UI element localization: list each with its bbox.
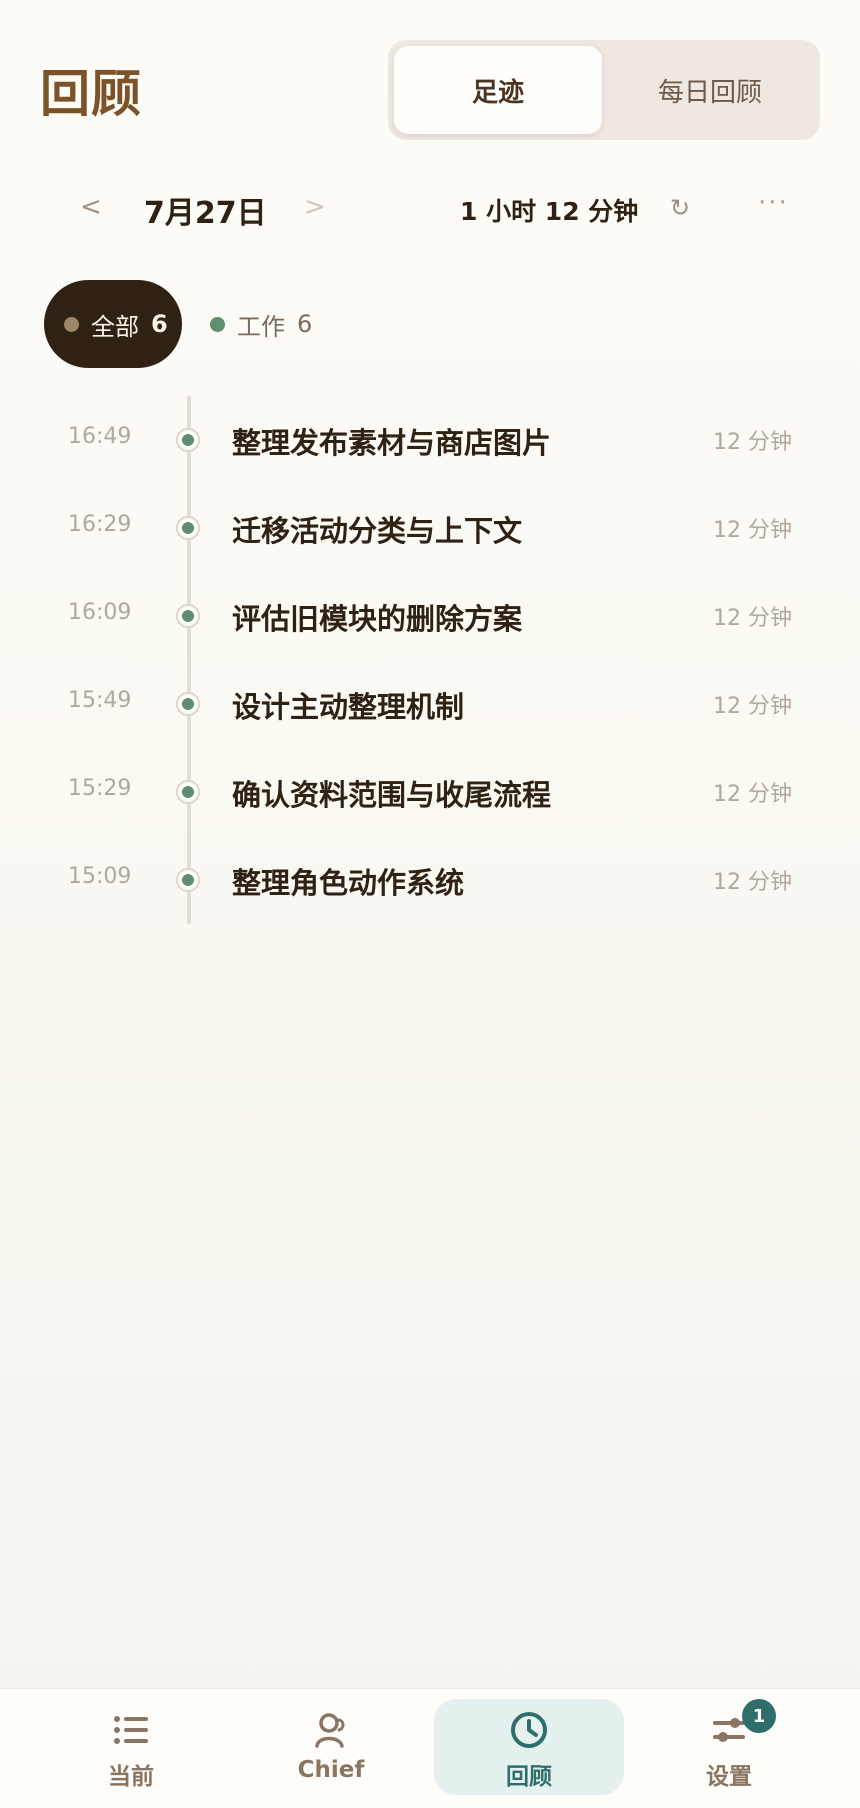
date-bar: < 7月27日 > 1 小时 12 分钟 ↻ ···	[0, 180, 860, 242]
nav-label: Chief	[297, 1757, 365, 1783]
activity-row[interactable]: 15:09 整理角色动作系统 12 分钟	[0, 836, 860, 924]
activity-title: 迁移活动分类与上下文	[232, 514, 523, 548]
sliders-icon	[634, 1711, 824, 1749]
timeline-dot	[176, 780, 200, 804]
timeline-dot	[176, 604, 200, 628]
filter-dot	[210, 316, 225, 332]
view-segmented-control: 足迹 每日回顾	[388, 40, 820, 140]
filter-count: 6	[297, 310, 313, 338]
filter-label: 工作	[237, 312, 285, 341]
activity-row[interactable]: 16:09 评估旧模块的删除方案 12 分钟	[0, 572, 860, 660]
activity-row[interactable]: 15:29 确认资料范围与收尾流程 12 分钟	[0, 748, 860, 836]
current-date: 7月27日	[144, 196, 267, 231]
timeline-dot	[176, 428, 200, 452]
activity-time: 15:49	[68, 688, 132, 713]
filter-chip-all[interactable]: 全部 6	[44, 280, 182, 368]
filter-count: 6	[151, 310, 168, 338]
nav-item-current[interactable]: 当前	[36, 1699, 226, 1795]
activity-duration: 12 分钟	[713, 518, 792, 543]
activity-title: 确认资料范围与收尾流程	[232, 778, 552, 812]
next-day-button[interactable]: >	[304, 192, 326, 222]
more-icon[interactable]: ···	[758, 188, 789, 218]
person-icon	[236, 1711, 426, 1749]
activity-timeline: 16:49 整理发布素材与商店图片 12 分钟 16:29 迁移活动分类与上下文…	[0, 396, 860, 924]
timeline-dot	[176, 516, 200, 540]
activity-duration: 12 分钟	[713, 694, 792, 719]
activity-time: 16:29	[68, 512, 132, 537]
bottom-nav: 当前 Chief 回顾 设置 1	[0, 1688, 860, 1808]
activity-duration: 12 分钟	[713, 870, 792, 895]
activity-row[interactable]: 16:29 迁移活动分类与上下文 12 分钟	[0, 484, 860, 572]
activity-duration: 12 分钟	[713, 782, 792, 807]
activity-duration: 12 分钟	[713, 606, 792, 631]
clock-icon	[434, 1711, 624, 1749]
tab-footprints[interactable]: 足迹	[394, 46, 602, 134]
nav-label: 回顾	[506, 1764, 552, 1790]
nav-label: 设置	[706, 1764, 752, 1790]
filter-label: 全部	[91, 312, 139, 341]
activity-time: 15:29	[68, 776, 132, 801]
activity-title: 评估旧模块的删除方案	[232, 602, 523, 636]
activity-title: 整理发布素材与商店图片	[232, 426, 552, 460]
activity-row[interactable]: 15:49 设计主动整理机制 12 分钟	[0, 660, 860, 748]
nav-label: 当前	[108, 1764, 154, 1790]
notification-badge: 1	[742, 1699, 776, 1733]
header: 回顾 足迹 每日回顾	[0, 0, 860, 160]
activity-time: 16:49	[68, 424, 132, 449]
activity-title: 设计主动整理机制	[232, 690, 465, 724]
timeline-dot	[176, 868, 200, 892]
activity-duration: 12 分钟	[713, 430, 792, 455]
activity-time: 16:09	[68, 600, 132, 625]
nav-item-chief[interactable]: Chief	[236, 1699, 426, 1795]
nav-item-settings[interactable]: 设置 1	[634, 1699, 824, 1795]
timeline-dot	[176, 692, 200, 716]
page-title: 回顾	[40, 65, 142, 123]
refresh-icon[interactable]: ↻	[670, 194, 690, 222]
nav-item-review[interactable]: 回顾	[434, 1699, 624, 1795]
activity-time: 15:09	[68, 864, 132, 889]
list-icon	[36, 1711, 226, 1749]
tab-daily-review[interactable]: 每日回顾	[606, 46, 814, 134]
filter-dot	[64, 316, 79, 332]
previous-day-button[interactable]: <	[80, 192, 102, 222]
total-duration: 1 小时 12 分钟	[460, 197, 639, 226]
activity-row[interactable]: 16:49 整理发布素材与商店图片 12 分钟	[0, 396, 860, 484]
filter-chip-work[interactable]: 工作 6	[194, 280, 334, 368]
activity-title: 整理角色动作系统	[232, 866, 465, 900]
